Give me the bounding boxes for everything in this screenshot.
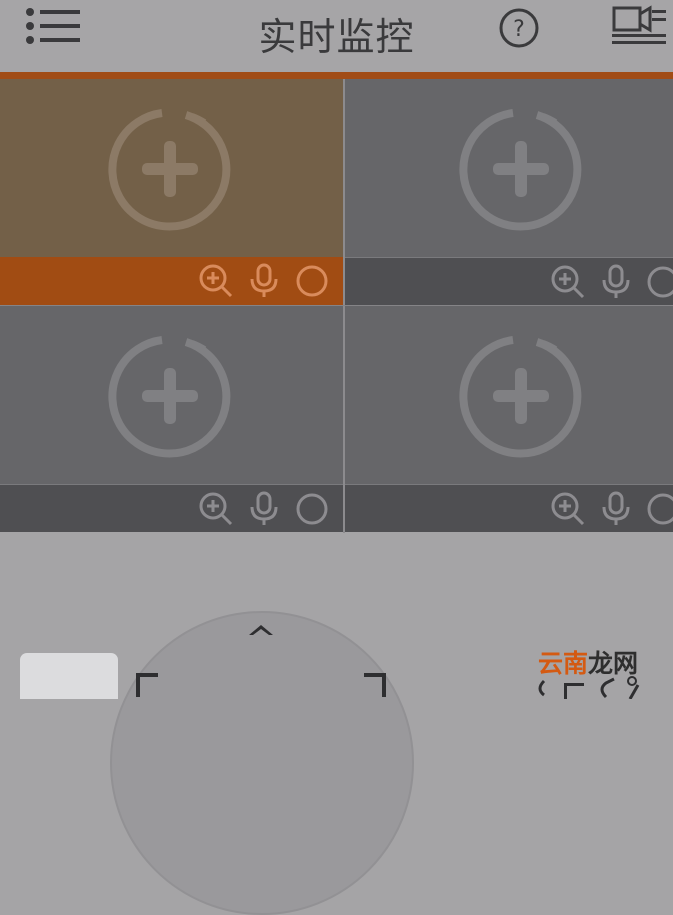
add-video-icon[interactable] — [106, 332, 234, 460]
microphone-icon[interactable] — [598, 491, 634, 527]
microphone-icon[interactable] — [246, 491, 282, 527]
channel-control-bar — [0, 484, 343, 532]
add-video-icon[interactable] — [457, 332, 585, 460]
record-circle-icon[interactable] — [645, 264, 673, 300]
record-circle-icon[interactable] — [294, 263, 330, 299]
accent-bar — [0, 72, 673, 79]
video-grid — [0, 79, 673, 533]
watermark-part1: 云南 — [538, 649, 589, 678]
grid-divider-horizontal — [0, 305, 673, 306]
microphone-icon[interactable] — [598, 264, 634, 300]
video-cell-2[interactable] — [345, 79, 673, 305]
record-circle-icon[interactable] — [294, 491, 330, 527]
ptz-dial[interactable] — [110, 611, 414, 915]
video-cell-3[interactable] — [0, 306, 343, 533]
record-circle-icon[interactable] — [645, 491, 673, 527]
top-bar: 实时监控 ? — [0, 0, 673, 72]
video-view[interactable] — [0, 79, 343, 257]
video-view[interactable] — [345, 306, 673, 484]
camera-list-icon[interactable] — [608, 4, 670, 50]
watermark-part2: 龙网 — [588, 649, 639, 678]
chevron-up-icon[interactable] — [243, 619, 279, 641]
zoom-in-icon[interactable] — [550, 264, 586, 300]
channel-control-bar — [0, 257, 343, 305]
zoom-in-icon[interactable] — [198, 263, 234, 299]
video-view[interactable] — [0, 306, 343, 484]
bracket-left-icon — [134, 669, 164, 699]
zoom-in-icon[interactable] — [550, 491, 586, 527]
channel-control-bar — [345, 484, 673, 532]
video-cell-4[interactable] — [345, 306, 673, 533]
zoom-in-icon[interactable] — [198, 491, 234, 527]
video-view[interactable] — [345, 79, 673, 257]
help-icon[interactable]: ? — [497, 6, 541, 50]
ptz-panel: 云南龙网 — [0, 533, 673, 915]
page-title: 实时监控 — [258, 15, 415, 59]
channel-control-bar — [345, 257, 673, 305]
partial-icons — [530, 675, 673, 700]
microphone-icon[interactable] — [246, 263, 282, 299]
add-video-icon[interactable] — [106, 105, 234, 233]
video-cell-1[interactable] — [0, 79, 343, 305]
svg-text:?: ? — [513, 17, 525, 42]
bracket-right-icon — [358, 669, 388, 699]
thumbnail-tile[interactable] — [20, 653, 118, 699]
add-video-icon[interactable] — [457, 105, 585, 233]
grid-divider-vertical — [343, 79, 345, 533]
